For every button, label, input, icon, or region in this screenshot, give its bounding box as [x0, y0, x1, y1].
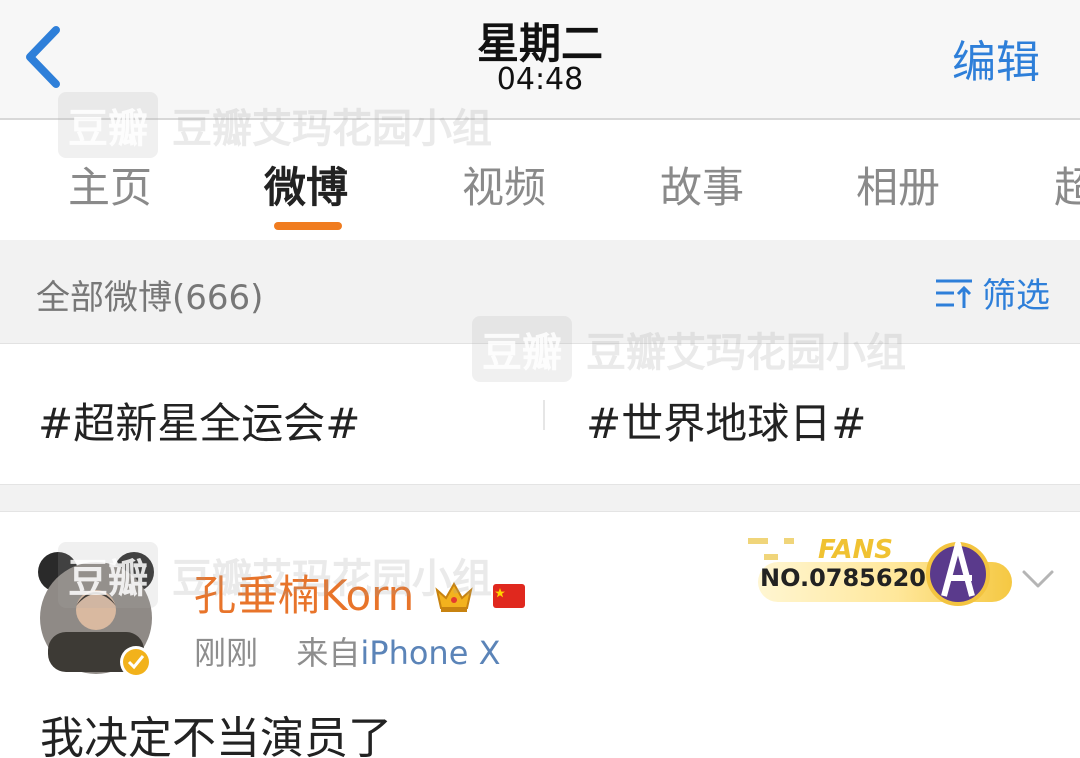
- post-time: 刚刚: [194, 634, 259, 672]
- filter-label: 筛选: [982, 276, 1050, 316]
- chevron-down-icon: [1022, 570, 1054, 588]
- filter-button[interactable]: 筛选: [934, 268, 1050, 317]
- active-tab-indicator: [274, 222, 342, 230]
- topic-item[interactable]: #超新星全运会#: [38, 390, 360, 451]
- tab-home[interactable]: 主页: [68, 154, 152, 215]
- crown-icon: [435, 581, 473, 612]
- all-weibo-count: 全部微博(666): [36, 278, 264, 318]
- tab-album[interactable]: 相册: [856, 154, 940, 215]
- weibo-post[interactable]: 孔垂楠Korn 刚刚 来自iPhone X FANS NO.0785620 我决…: [0, 512, 1080, 758]
- post-meta: 刚刚 来自iPhone X: [194, 628, 500, 674]
- section-separator: [0, 484, 1080, 512]
- tab-super-topic[interactable]: 超: [1054, 154, 1080, 215]
- fans-label: FANS: [818, 535, 893, 565]
- tab-video[interactable]: 视频: [462, 154, 546, 215]
- china-flag-icon: [493, 584, 526, 608]
- post-content: 我决定不当演员了: [40, 713, 392, 758]
- post-more-button[interactable]: [1018, 564, 1058, 594]
- tab-stories[interactable]: 故事: [660, 154, 744, 215]
- avatar[interactable]: [38, 548, 154, 678]
- username-label: 孔垂楠Korn: [194, 571, 415, 620]
- edit-button[interactable]: 编辑: [952, 26, 1040, 90]
- filter-sort-icon: [936, 279, 972, 308]
- username[interactable]: 孔垂楠Korn: [194, 562, 527, 623]
- tab-weibo[interactable]: 微博: [264, 154, 348, 215]
- topic-item[interactable]: #世界地球日#: [586, 390, 866, 451]
- profile-tabs: 主页 微博 视频 故事 相册 超: [0, 122, 1080, 240]
- fans-badge[interactable]: FANS: [744, 514, 1018, 610]
- topic-divider: [543, 400, 545, 430]
- topic-list: #超新星全运会# #世界地球日#: [0, 344, 1080, 484]
- page-subtitle-time: 04:48: [496, 62, 584, 97]
- source-prefix: 来自: [296, 634, 361, 672]
- filter-bar: 全部微博(666) 筛选: [0, 240, 1080, 344]
- post-source[interactable]: iPhone X: [360, 634, 500, 672]
- navigation-bar: 星期二 04:48 编辑: [0, 0, 1080, 120]
- fans-number: NO.0785620: [760, 564, 926, 592]
